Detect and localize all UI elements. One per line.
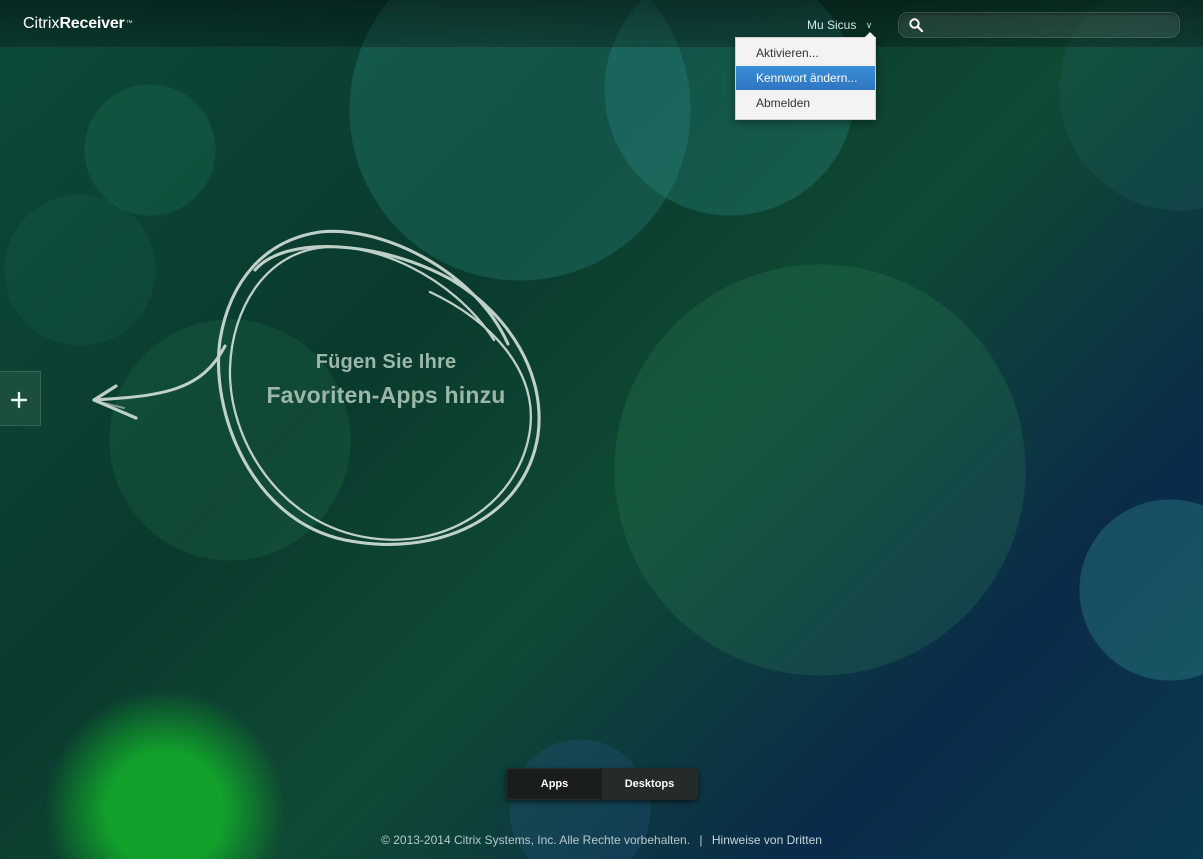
footer: © 2013-2014 Citrix Systems, Inc. Alle Re… bbox=[0, 832, 1203, 848]
add-apps-tab[interactable] bbox=[0, 371, 41, 426]
search-box[interactable] bbox=[898, 12, 1180, 38]
user-name: Mu Sicus bbox=[807, 18, 857, 32]
tab-apps[interactable]: Apps bbox=[507, 769, 602, 799]
citrix-receiver-app: CitrixReceiver™ Mu Sicus ∨ Aktivieren...… bbox=[0, 0, 1203, 859]
brand-logo: CitrixReceiver™ bbox=[23, 15, 133, 33]
brand-receiver: Receiver bbox=[59, 15, 125, 32]
dropdown-pointer bbox=[864, 32, 876, 38]
menu-item-activate[interactable]: Aktivieren... bbox=[736, 41, 875, 65]
user-menu-button[interactable]: Mu Sicus ∨ bbox=[807, 18, 872, 32]
search-input[interactable] bbox=[929, 13, 1177, 37]
footer-separator: | bbox=[699, 833, 703, 847]
copyright-text: © 2013-2014 Citrix Systems, Inc. Alle Re… bbox=[381, 833, 691, 847]
tab-desktops[interactable]: Desktops bbox=[602, 769, 697, 799]
hint-line-1: Fügen Sie Ihre bbox=[315, 351, 457, 373]
menu-item-logout[interactable]: Abmelden bbox=[736, 91, 875, 115]
top-bar: CitrixReceiver™ Mu Sicus ∨ bbox=[0, 0, 1203, 47]
search-icon bbox=[909, 18, 924, 33]
brand-citrix: Citrix bbox=[23, 15, 60, 32]
brand-trademark: ™ bbox=[125, 20, 133, 27]
menu-item-change-password[interactable]: Kennwort ändern... bbox=[736, 66, 875, 90]
empty-favorites-hint: Fügen Sie Ihre Favoriten-Apps hinzu bbox=[230, 348, 542, 410]
chevron-down-icon: ∨ bbox=[865, 20, 873, 30]
plus-icon bbox=[10, 391, 28, 409]
apps-desktops-switch: Apps Desktops bbox=[506, 768, 698, 800]
user-dropdown-menu: Aktivieren... Kennwort ändern... Abmelde… bbox=[735, 32, 876, 120]
hint-line-2: Favoriten-Apps hinzu bbox=[266, 382, 506, 408]
third-party-notices-link[interactable]: Hinweise von Dritten bbox=[712, 833, 822, 847]
